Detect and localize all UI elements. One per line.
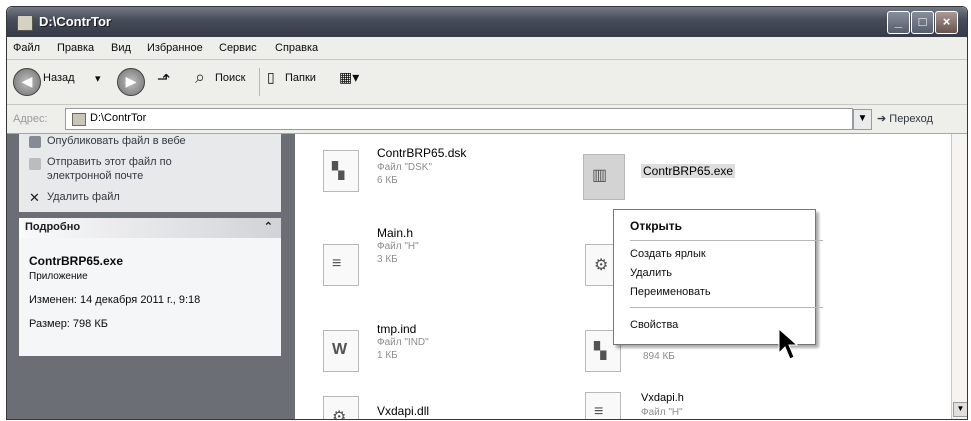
task-email-cont[interactable]: электронной почте [47,170,143,182]
close-button[interactable]: × [935,11,958,34]
file-type: Файл "H" [641,407,683,418]
toolbar: ◀ Назад ▾ ▶ ⬏ ⌕ Поиск ▯ Папки ▦▾ [7,60,967,105]
exe-file-icon[interactable]: ▥ [583,154,625,200]
details-header[interactable]: Подробно ⌃ [19,218,281,238]
mail-icon [29,158,41,170]
menu-separator [630,240,823,241]
details-panel: ContrBRP65.exe Приложение Изменен: 14 де… [19,238,281,356]
window-title: D:\ContrTor [39,14,111,29]
menu-bar: Файл Правка Вид Избранное Сервис Справка [7,37,967,60]
file-size: 1 КБ [377,350,398,361]
menu-favorites[interactable]: Избранное [147,42,203,54]
file-size: 3 КБ [377,254,398,265]
h-file-icon[interactable]: ≡ [323,244,359,286]
menu-tools[interactable]: Сервис [219,42,257,54]
address-bar: Адрес: D:\ContrTor ▼ ➔ Переход [7,105,967,134]
dsk-file-icon[interactable]: ▚ [323,150,359,192]
menu-rename[interactable]: Переименовать [630,286,711,298]
context-menu: Открыть Создать ярлык Удалить Переименов… [613,209,823,345]
menu-create-shortcut[interactable]: Создать ярлык [630,248,706,260]
folder-icon [72,113,86,126]
file-name-selected[interactable]: ContrBRP65.exe [641,164,736,178]
menu-file[interactable]: Файл [13,42,40,54]
address-label: Адрес: [13,113,48,125]
folders-icon[interactable]: ▯ [267,69,275,86]
title-bar: D:\ContrTor _ □ × [7,7,967,37]
menu-help[interactable]: Справка [275,42,318,54]
folders-button[interactable]: Папки [285,72,316,84]
file-name[interactable]: Vxdapi.h [641,392,684,404]
search-button[interactable]: Поиск [215,72,245,84]
menu-delete[interactable]: Удалить [630,267,672,279]
task-delete[interactable]: Удалить файл [47,191,120,203]
address-value: D:\ContrTor [90,112,147,124]
file-name[interactable]: Main.h [377,226,413,240]
details-size: Размер: 798 КБ [29,318,108,330]
mouse-cursor-icon [778,327,799,360]
file-tasks-panel: Опубликовать файл в вебе Отправить этот … [19,134,281,212]
folder-icon [17,15,33,31]
file-type: Файл "IND" [377,337,429,348]
details-modified: Изменен: 14 декабря 2011 г., 9:18 [29,294,201,306]
go-button[interactable]: ➔ Переход [877,112,933,125]
explorer-window: D:\ContrTor _ □ × Файл Правка Вид Избран… [6,6,968,420]
views-icon[interactable]: ▦▾ [339,69,359,86]
task-email[interactable]: Отправить этот файл по [47,156,172,168]
word-file-icon[interactable]: W [323,330,359,372]
file-name[interactable]: tmp.ind [377,322,416,336]
collapse-icon[interactable]: ⌃ [264,220,273,233]
menu-edit[interactable]: Правка [57,42,94,54]
vertical-scrollbar[interactable]: ▼ [951,134,967,419]
back-button[interactable]: Назад [43,72,75,84]
up-folder-icon[interactable]: ⬏ [157,69,170,89]
file-size: 6 КБ [377,175,398,186]
dll-file-icon[interactable]: ⚙ [323,396,359,419]
task-publish[interactable]: Опубликовать файл в вебе [47,135,186,147]
forward-arrow-icon[interactable]: ▶ [117,68,145,96]
menu-view[interactable]: Вид [111,42,131,54]
scroll-down-icon[interactable]: ▼ [953,402,967,417]
file-name[interactable]: ContrBRP65.dsk [377,146,466,160]
address-input[interactable]: D:\ContrTor [65,108,853,130]
details-title: Подробно [25,221,81,233]
back-arrow-icon[interactable]: ◀ [13,68,41,96]
details-type: Приложение [29,271,88,282]
h-file-icon[interactable]: ≡ [585,392,621,419]
back-dropdown-icon[interactable]: ▾ [95,72,101,85]
globe-icon [29,136,41,148]
task-pane: Опубликовать файл в вебе Отправить этот … [7,134,295,419]
file-type: Файл "H" [377,241,419,252]
file-size: 894 КБ [643,351,675,362]
file-name[interactable]: Vxdapi.dll [377,404,429,418]
maximize-button[interactable]: □ [911,11,934,34]
menu-open[interactable]: Открыть [630,219,682,233]
toolbar-separator [259,68,260,96]
menu-properties[interactable]: Свойства [630,319,678,331]
chevron-down-icon[interactable]: ▼ [853,109,872,130]
menu-separator [630,307,823,308]
go-label: Переход [889,113,933,125]
delete-x-icon: ✕ [29,190,40,205]
search-icon[interactable]: ⌕ [195,67,205,88]
minimize-button[interactable]: _ [887,11,910,34]
file-type: Файл "DSK" [377,162,433,173]
details-filename: ContrBRP65.exe [29,254,124,268]
